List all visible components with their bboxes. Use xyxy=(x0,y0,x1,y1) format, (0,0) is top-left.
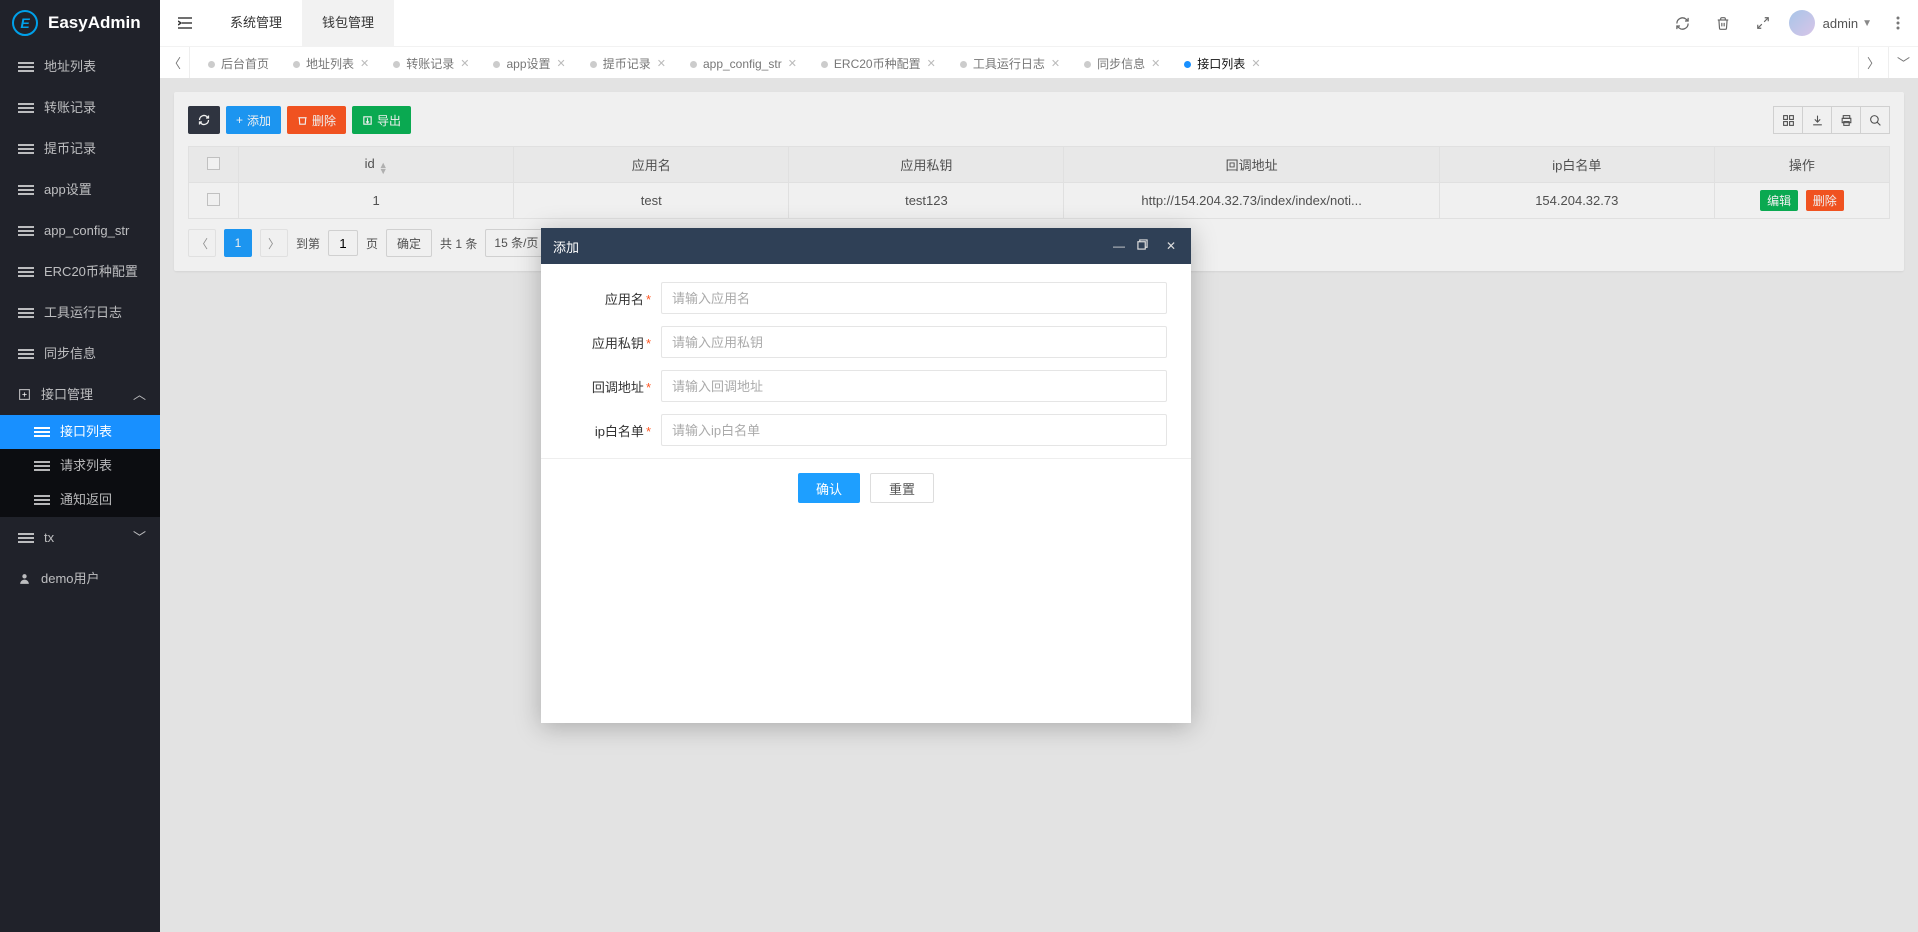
minimize-button[interactable]: — xyxy=(1111,239,1127,253)
form-label: ip白名单* xyxy=(565,421,661,440)
modal-confirm-button[interactable]: 确认 xyxy=(798,473,860,503)
callback-url-input[interactable] xyxy=(661,370,1167,402)
maximize-button[interactable] xyxy=(1137,239,1153,253)
form-label: 应用名* xyxy=(565,289,661,308)
modal-reset-button[interactable]: 重置 xyxy=(870,473,934,503)
form-row-app-secret: 应用私钥* xyxy=(565,326,1167,358)
add-modal: 添加 — ✕ 应用名* 应用私钥* 回调地址* ip白名单* 确认 重置 xyxy=(541,228,1191,723)
app-name-input[interactable] xyxy=(661,282,1167,314)
form-label: 回调地址* xyxy=(565,377,661,396)
close-button[interactable]: ✕ xyxy=(1163,239,1179,253)
form-row-app-name: 应用名* xyxy=(565,282,1167,314)
modal-body: 应用名* 应用私钥* 回调地址* ip白名单* 确认 重置 xyxy=(541,264,1191,723)
app-secret-input[interactable] xyxy=(661,326,1167,358)
modal-title: 添加 xyxy=(553,237,1111,256)
ip-whitelist-input[interactable] xyxy=(661,414,1167,446)
modal-header[interactable]: 添加 — ✕ xyxy=(541,228,1191,264)
maximize-icon xyxy=(1137,239,1148,250)
form-row-whitelist: ip白名单* xyxy=(565,414,1167,446)
form-label: 应用私钥* xyxy=(565,333,661,352)
modal-actions: 确认 重置 xyxy=(565,459,1167,523)
form-row-callback: 回调地址* xyxy=(565,370,1167,402)
